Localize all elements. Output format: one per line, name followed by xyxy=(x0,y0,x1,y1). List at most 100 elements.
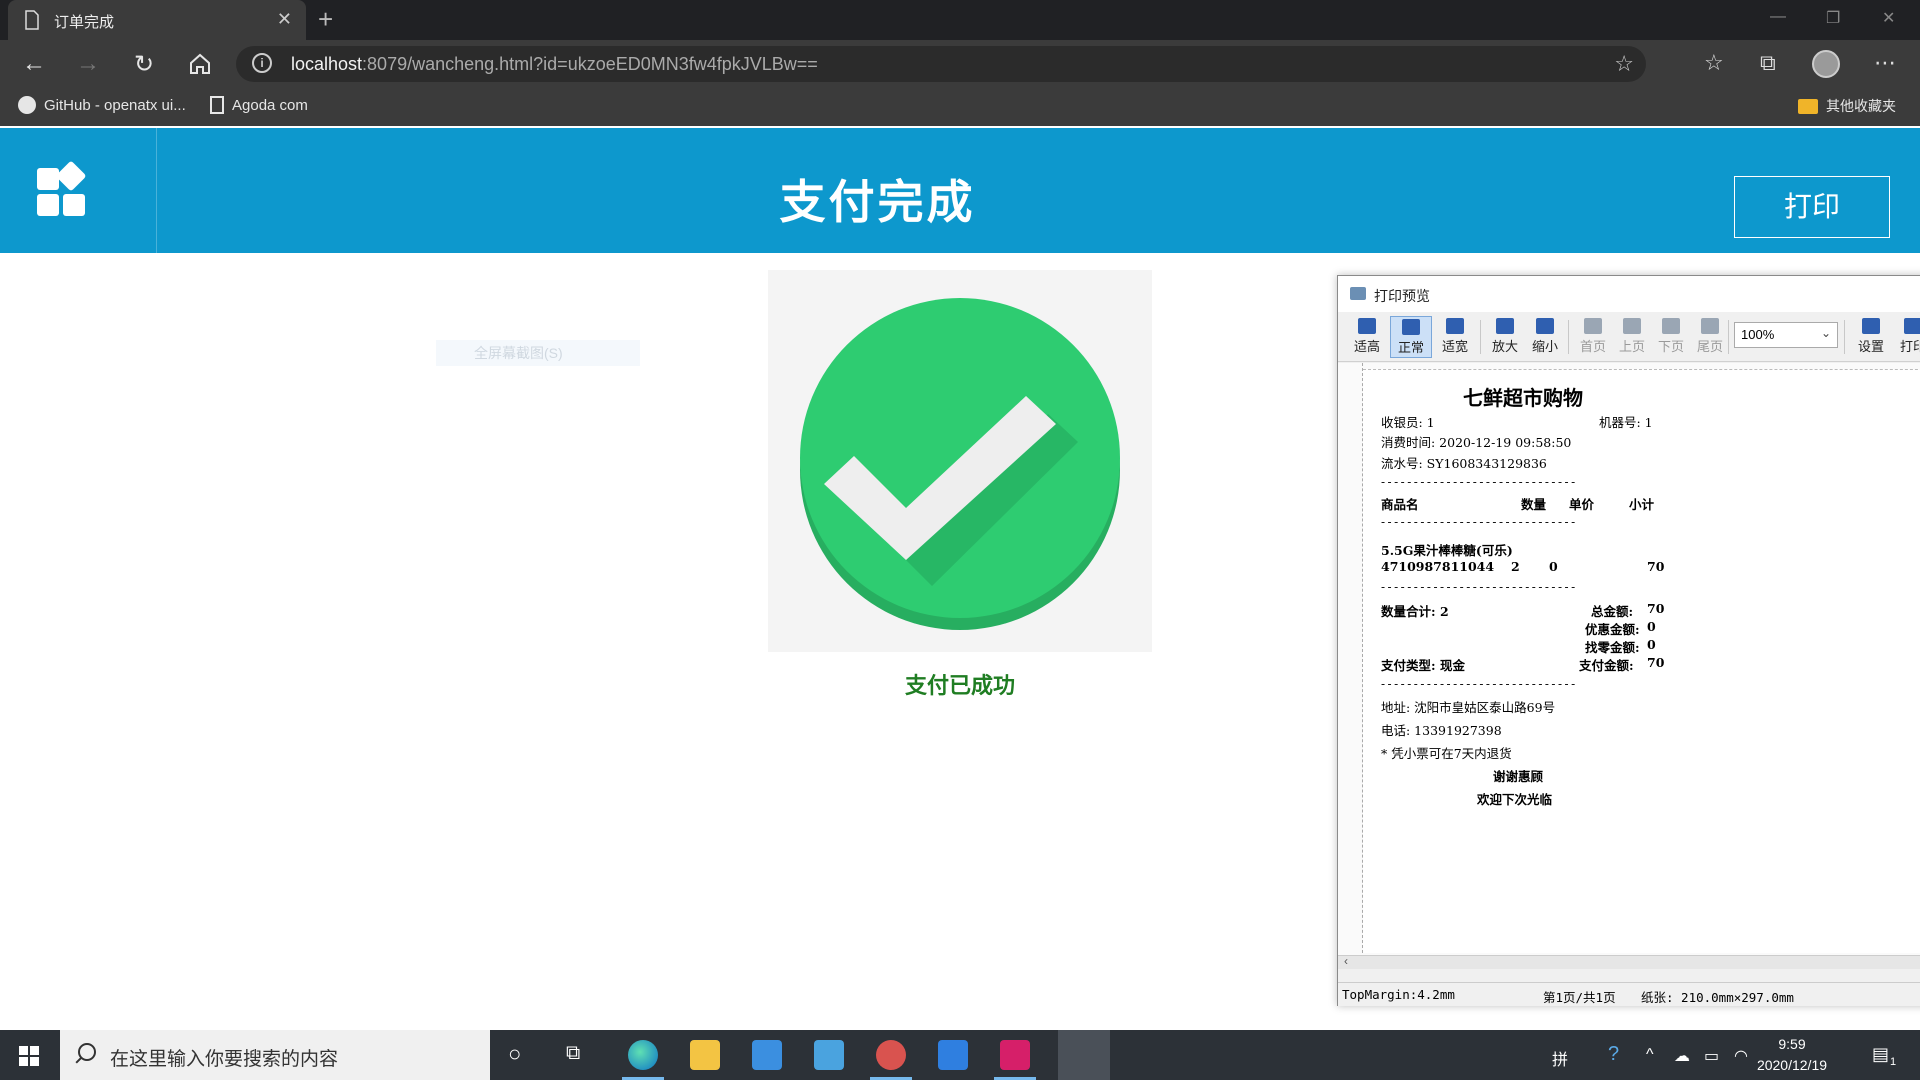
zoom-in-icon xyxy=(1496,318,1514,334)
print-preview-title: 打印预览 xyxy=(1374,288,1430,304)
taskbar: 在这里输入你要搜索的内容 ○ ⧉ 拼 ? ^ ☁ ▭ ◠ 9:59 2020/1… xyxy=(0,1030,1920,1080)
fit-width-button[interactable]: 适宽 xyxy=(1434,316,1476,358)
store-icon[interactable] xyxy=(752,1040,782,1070)
window-close-icon[interactable]: ✕ xyxy=(1882,8,1895,28)
receipt-machine: 机器号: 1 xyxy=(1599,415,1653,430)
page-icon xyxy=(210,96,224,114)
chevron-up-icon[interactable]: ^ xyxy=(1646,1046,1654,1064)
remote-desktop-icon[interactable] xyxy=(814,1040,844,1070)
settings-button[interactable]: 设置 xyxy=(1850,316,1892,358)
normal-size-button[interactable]: 正常 xyxy=(1390,316,1432,358)
windows-start-icon[interactable] xyxy=(19,1046,39,1066)
prev-page-button[interactable]: 上页 xyxy=(1611,316,1653,358)
edge-icon[interactable] xyxy=(628,1040,658,1070)
notification-icon[interactable]: ▤ xyxy=(1872,1044,1889,1065)
next-page-icon xyxy=(1662,318,1680,334)
help-icon[interactable]: ? xyxy=(1608,1043,1619,1066)
receipt-divider: ------------------------------ xyxy=(1381,580,1578,594)
zoom-out-button[interactable]: 缩小 xyxy=(1524,316,1566,358)
chevron-left-icon[interactable]: ‹ xyxy=(1344,954,1348,968)
app-icon[interactable] xyxy=(876,1040,906,1070)
print-preview-print-button[interactable]: 打印 xyxy=(1892,316,1920,358)
cortana-icon[interactable]: ○ xyxy=(508,1041,521,1067)
print-preview-titlebar[interactable]: 打印预览 xyxy=(1338,276,1920,312)
zoom-select[interactable]: 100% ⌄ xyxy=(1734,322,1838,348)
horizontal-scrollbar[interactable]: ‹ xyxy=(1338,954,1920,969)
intellij-icon[interactable] xyxy=(1000,1040,1030,1070)
refresh-icon[interactable]: ↻ xyxy=(128,50,160,79)
page-header: 支付完成 打印 xyxy=(0,128,1920,253)
fit-height-button[interactable]: 适高 xyxy=(1346,316,1388,358)
receipt-note: * 凭小票可在7天内退货 xyxy=(1381,746,1512,761)
feishu-icon[interactable] xyxy=(938,1040,968,1070)
favorite-star-icon[interactable]: ☆ xyxy=(1614,51,1634,77)
bookmarks-bar: GitHub - openatx ui... Agoda com 其他收藏夹 xyxy=(0,88,1920,126)
task-view-icon[interactable]: ⧉ xyxy=(566,1042,580,1065)
home-icon[interactable] xyxy=(184,52,216,76)
url-field[interactable]: i localhost:8079/wancheng.html?id=ukzoeE… xyxy=(236,46,1646,82)
status-paper: 纸张: 210.0mm×297.0mm xyxy=(1641,990,1794,1005)
zoom-in-button[interactable]: 放大 xyxy=(1484,316,1526,358)
receipt-thanks: 谢谢惠顾 xyxy=(1493,769,1544,784)
forward-icon[interactable]: → xyxy=(72,50,104,78)
chevron-down-icon: ⌄ xyxy=(1820,326,1831,340)
browser-tab[interactable]: 订单完成 ✕ xyxy=(8,0,306,40)
print-button[interactable]: 打印 xyxy=(1734,176,1890,238)
receipt-change: 0 xyxy=(1647,637,1656,652)
receipt-col-name: 商品名 xyxy=(1381,497,1419,512)
receipt-change-label: 找零金额: xyxy=(1585,640,1640,655)
receipt-col-qty: 数量 xyxy=(1521,497,1547,512)
receipt-page: 七鲜超市购物 收银员: 1 机器号: 1 消费时间: 2020-12-19 09… xyxy=(1363,369,1920,953)
receipt-item-subtotal: 70 xyxy=(1647,559,1665,574)
onedrive-icon[interactable]: ☁ xyxy=(1674,1046,1690,1066)
bookmark-other-folder[interactable]: 其他收藏夹 xyxy=(1798,96,1896,116)
receipt-divider: ------------------------------ xyxy=(1381,515,1578,529)
ime-indicator[interactable]: 拼 xyxy=(1552,1046,1568,1070)
minimize-icon[interactable]: — xyxy=(1770,8,1786,26)
folder-icon xyxy=(1798,98,1818,114)
restore-icon[interactable]: ❐ xyxy=(1826,8,1840,28)
first-page-button[interactable]: 首页 xyxy=(1572,316,1614,358)
back-icon[interactable]: ← xyxy=(18,50,50,78)
receipt-item-name: 5.5G果汁棒棒糖(可乐) xyxy=(1381,543,1513,558)
profile-avatar[interactable] xyxy=(1812,50,1840,78)
tab-close-icon[interactable]: ✕ xyxy=(277,9,292,30)
fit-height-icon xyxy=(1358,318,1376,334)
taskbar-search[interactable]: 在这里输入你要搜索的内容 xyxy=(60,1030,490,1080)
tab-title: 订单完成 xyxy=(54,14,115,31)
page-icon xyxy=(25,10,39,30)
receipt-pay-type: 支付类型: 现金 xyxy=(1381,658,1465,673)
bookmark-github[interactable]: GitHub - openatx ui... xyxy=(18,96,186,114)
more-menu-icon[interactable]: ⋯ xyxy=(1874,50,1896,76)
success-message: 支付已成功 xyxy=(904,673,1015,698)
status-top-margin: TopMargin:4.2mm xyxy=(1342,987,1455,1002)
site-info-icon[interactable]: i xyxy=(252,53,272,73)
receipt-discount-label: 优惠金额: xyxy=(1585,622,1640,637)
receipt-paid-label: 支付金额: xyxy=(1579,658,1634,673)
search-icon xyxy=(78,1043,96,1061)
receipt-total-label: 总金额: xyxy=(1591,604,1634,619)
receipt-store-name: 七鲜超市购物 xyxy=(1463,386,1583,410)
battery-icon[interactable]: ▭ xyxy=(1704,1046,1719,1066)
print-preview-canvas[interactable]: 七鲜超市购物 收银员: 1 机器号: 1 消费时间: 2020-12-19 09… xyxy=(1338,363,1920,969)
receipt-divider: ------------------------------ xyxy=(1381,475,1578,489)
receipt-total: 70 xyxy=(1647,601,1665,616)
printer-app-icon[interactable] xyxy=(1058,1030,1110,1080)
normal-size-icon xyxy=(1402,319,1420,335)
print-preview-status-bar: TopMargin:4.2mm 第1页/共1页 纸张: 210.0mm×297.… xyxy=(1338,982,1920,1006)
status-page: 第1页/共1页 xyxy=(1543,990,1616,1005)
new-tab-icon[interactable]: + xyxy=(318,4,333,35)
file-explorer-icon[interactable] xyxy=(690,1040,720,1070)
receipt-welcome: 欢迎下次光临 xyxy=(1477,792,1553,807)
taskbar-clock[interactable]: 9:59 2020/12/19 xyxy=(1752,1034,1832,1076)
receipt-qty-total: 数量合计: 2 xyxy=(1381,604,1449,619)
receipt-address: 地址: 沈阳市皇姑区泰山路69号 xyxy=(1381,700,1556,715)
url-text: localhost:8079/wancheng.html?id=ukzoeED0… xyxy=(291,54,818,74)
bookmark-agoda[interactable]: Agoda com xyxy=(210,96,308,114)
wifi-icon[interactable]: ◠ xyxy=(1734,1046,1748,1066)
last-page-button[interactable]: 尾页 xyxy=(1689,316,1731,358)
favorites-icon[interactable]: ☆ xyxy=(1704,50,1724,76)
settings-icon xyxy=(1862,318,1880,334)
collections-icon[interactable]: ⧉ xyxy=(1760,50,1776,76)
next-page-button[interactable]: 下页 xyxy=(1650,316,1692,358)
